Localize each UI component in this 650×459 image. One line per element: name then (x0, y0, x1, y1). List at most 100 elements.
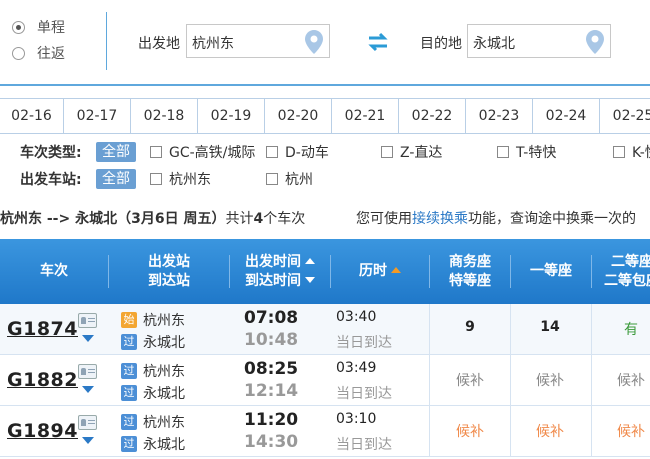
sort-duration[interactable]: 历时 (359, 262, 401, 281)
ticket-info-icon[interactable] (78, 313, 97, 328)
filter-option-gc[interactable]: GC-高铁/城际 (150, 142, 255, 162)
train-type-filter: 车次类型: 全部 GC-高铁/城际 D-动车 Z-直达 T-特快 K-快速 (0, 141, 650, 163)
train-number-link[interactable]: G1894 (7, 420, 78, 442)
checkbox[interactable] (381, 146, 393, 158)
sort-asc-icon[interactable] (391, 267, 401, 273)
filter-option-k[interactable]: K-快速 (613, 142, 650, 162)
sort-asc-icon[interactable] (305, 257, 315, 264)
location-pin-icon[interactable] (586, 30, 604, 54)
date-tab[interactable]: 02-16 (0, 99, 64, 133)
second-class-waitlist[interactable]: 候补 (601, 370, 650, 390)
train-number-link[interactable]: G1882 (7, 369, 78, 391)
cell-divider (591, 406, 592, 457)
date-tab[interactable]: 02-19 (198, 99, 265, 133)
arrival-day: 当日到达 (336, 335, 392, 351)
filter-option-d[interactable]: D-动车 (266, 142, 329, 162)
header-time[interactable]: 出发时间 到达时间 (230, 239, 330, 304)
chevron-down-icon[interactable] (82, 386, 94, 393)
station-name: 杭州东 (143, 415, 185, 431)
header-label: 到达时间 (245, 272, 301, 289)
train-type-label: 车次类型: (20, 145, 82, 161)
second-class-waitlist[interactable]: 候补 (601, 421, 650, 441)
transfer-hint: 您可使用接续换乘功能，查询途中换乘一次的 (356, 208, 636, 228)
date-tab[interactable]: 02-21 (332, 99, 399, 133)
option-label: T-特快 (516, 145, 557, 161)
station-option[interactable]: 杭州 (266, 169, 313, 189)
table-header: 车次 出发站 到达站 出发时间 到达时间 历时 商务座 特等座 一等座 二等座 … (0, 239, 650, 304)
checkbox[interactable] (150, 173, 162, 185)
radio-one-way[interactable]: 单程 (12, 14, 65, 40)
option-label: 杭州东 (169, 172, 211, 188)
date-tabs: 02-16 02-17 02-18 02-19 02-20 02-21 02-2… (0, 98, 650, 134)
arrival-station: 过永城北 (121, 332, 185, 352)
trip-type-group: 单程 往返 (12, 14, 65, 66)
filter-option-z[interactable]: Z-直达 (381, 142, 442, 162)
sort-desc-icon[interactable] (305, 276, 315, 283)
all-types-button[interactable]: 全部 (96, 142, 136, 162)
station-name: 杭州东 (143, 364, 185, 380)
header-label: 历时 (359, 263, 387, 279)
station-option[interactable]: 杭州东 (150, 169, 211, 189)
business-seat-waitlist[interactable]: 候补 (440, 370, 500, 390)
business-seat-waitlist[interactable]: 候补 (440, 421, 500, 441)
option-label: Z-直达 (400, 145, 443, 161)
departure-station: 过杭州东 (121, 412, 185, 432)
date-tab[interactable]: 02-18 (131, 99, 198, 133)
train-number-link[interactable]: G1874 (7, 318, 78, 340)
header-duration[interactable]: 历时 (331, 239, 429, 304)
sort-arrival[interactable]: 到达时间 (245, 272, 315, 291)
date-tab[interactable]: 02-22 (399, 99, 466, 133)
to-station-input[interactable]: 永城北 (467, 24, 611, 58)
arrival-station: 过永城北 (121, 383, 185, 403)
ticket-info-icon[interactable] (78, 364, 97, 379)
date-tab[interactable]: 02-25 (600, 99, 650, 133)
count-prefix: 共计 (225, 211, 254, 227)
arrival-day: 当日到达 (336, 386, 392, 402)
checkbox[interactable] (266, 173, 278, 185)
chevron-down-icon[interactable] (82, 437, 94, 444)
station-name: 永城北 (143, 386, 185, 402)
header-label: 商务座 (449, 253, 491, 270)
sort-departure[interactable]: 出发时间 (245, 253, 315, 272)
cell-divider (510, 355, 511, 406)
cell-divider (591, 355, 592, 406)
header-label: 特等座 (449, 272, 491, 289)
ticket-info-icon[interactable] (78, 415, 97, 430)
checkbox[interactable] (150, 146, 162, 158)
first-class-waitlist[interactable]: 候补 (520, 370, 580, 390)
table-row: G1882 过杭州东 过永城北 08:25 12:14 03:49 当日到达 候… (0, 355, 650, 406)
swap-icon[interactable] (365, 32, 391, 52)
radio-round-trip[interactable]: 往返 (12, 40, 65, 66)
checkbox[interactable] (266, 146, 278, 158)
business-seat-count: 9 (465, 319, 475, 335)
date-tab[interactable]: 02-17 (64, 99, 131, 133)
from-station-input[interactable]: 杭州东 (186, 24, 330, 58)
checkbox[interactable] (497, 146, 509, 158)
date-tab[interactable]: 02-20 (265, 99, 332, 133)
arrival-station: 过永城北 (121, 434, 185, 454)
date-tab[interactable]: 02-24 (533, 99, 600, 133)
pass-station-badge: 过 (121, 414, 137, 430)
option-label: D-动车 (285, 145, 329, 161)
cell-divider (510, 304, 511, 355)
to-station-value: 永城北 (473, 36, 515, 52)
header-train: 车次 (0, 239, 108, 304)
cell-divider (429, 355, 430, 406)
filter-option-t[interactable]: T-特快 (497, 142, 556, 162)
location-pin-icon[interactable] (305, 30, 323, 54)
radio-button[interactable] (12, 46, 25, 60)
header-label: 二等座 (611, 253, 650, 270)
first-class-waitlist[interactable]: 候补 (520, 421, 580, 441)
duration: 03:49 (336, 360, 377, 376)
date-tab[interactable]: 02-23 (466, 99, 533, 133)
pass-station-badge: 过 (121, 334, 137, 350)
header-second: 二等座 二等包座 (592, 239, 650, 304)
all-stations-button[interactable]: 全部 (96, 169, 136, 189)
checkbox[interactable] (613, 146, 625, 158)
radio-button-checked[interactable] (12, 20, 25, 34)
departure-time: 11:20 (244, 410, 299, 430)
chevron-down-icon[interactable] (82, 335, 94, 342)
transfer-link[interactable]: 接续换乘 (412, 211, 468, 227)
departure-station: 过杭州东 (121, 361, 185, 381)
table-row: G1894 过杭州东 过永城北 11:20 14:30 03:10 当日到达 候… (0, 406, 650, 457)
